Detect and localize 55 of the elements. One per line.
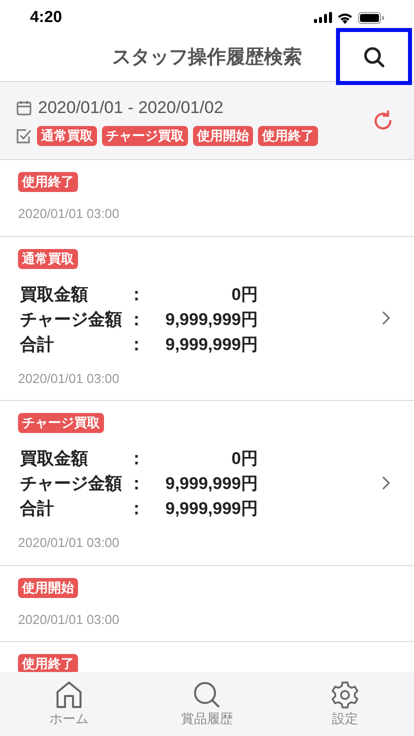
settings-icon: [331, 681, 359, 709]
battery-icon: [358, 12, 384, 24]
filter-tag: 通常買取: [37, 126, 97, 146]
colon: ：: [128, 334, 142, 356]
amount-label: チャージ金額: [19, 473, 123, 495]
page-title: スタッフ操作履歴検索: [112, 46, 302, 70]
status-time: 4:20: [30, 8, 62, 28]
amount-value: 9,999,999円: [164, 334, 258, 356]
amount-value: 0円: [230, 284, 258, 306]
filter-tag: 使用開始: [193, 126, 253, 146]
colon: ：: [128, 448, 142, 470]
type-tag: 使用終了: [18, 172, 78, 192]
date-range: 2020/01/01 - 2020/01/02: [38, 96, 224, 119]
filter-tag: 使用終了: [258, 126, 318, 146]
timestamp: 2020/01/01 03:00: [18, 534, 120, 552]
amount-value: 9,999,999円: [164, 308, 258, 330]
checkbox-icon: [16, 128, 32, 144]
chevron-right-icon: [382, 476, 390, 490]
search-button[interactable]: [336, 28, 412, 85]
search-icon: [193, 681, 221, 709]
timestamp: 2020/01/01 03:00: [18, 370, 120, 388]
timestamp: 2020/01/01 03:00: [18, 205, 120, 223]
amount-value: 0円: [230, 448, 258, 470]
home-icon: [56, 681, 82, 709]
amount-label: 買取金額: [19, 448, 89, 470]
type-tag: チャージ買取: [18, 413, 104, 433]
type-tag: 通常買取: [18, 248, 78, 268]
refresh-icon[interactable]: [372, 110, 394, 132]
amount-label: 合計: [18, 334, 55, 356]
search-icon: [362, 44, 386, 68]
type-tag: 使用開始: [18, 578, 78, 598]
history-item[interactable]: チャージ買取 買取金額 ： 0円 チャージ金額 ： 9,999,999円 合計 ： 9,999,999円 2020/01/01 03:00: [0, 401, 414, 566]
chevron-right-icon: [382, 311, 390, 326]
colon: ：: [128, 498, 142, 520]
history-item[interactable]: 使用終了: [0, 642, 414, 672]
amount-value: 9,999,999円: [164, 473, 258, 495]
history-item[interactable]: 使用終了 2020/01/01 03:00: [0, 160, 414, 236]
timestamp: 2020/01/01 03:00: [18, 610, 120, 628]
tab-bar-item[interactable]: 賞品履歴: [138, 672, 276, 736]
wifi-icon: [337, 12, 353, 24]
colon: ：: [128, 473, 142, 495]
type-tag: 使用終了: [18, 654, 78, 672]
filter-tag: チャージ買取: [102, 126, 188, 146]
colon: ：: [128, 308, 142, 330]
amount-label: 買取金額: [19, 284, 89, 306]
history-item[interactable]: 通常買取 買取金額 ： 0円 チャージ金額 ： 9,999,999円 合計 ： 9,999,999円 2020/01/01 03:00: [0, 236, 414, 401]
history-item[interactable]: 使用開始 2020/01/01 03:00: [0, 566, 414, 642]
calendar-icon: [16, 100, 32, 116]
tab-bar-item[interactable]: 設定: [276, 672, 414, 736]
colon: ：: [128, 284, 142, 306]
amount-label: チャージ金額: [19, 308, 123, 330]
amount-label: 合計: [18, 498, 55, 520]
amount-value: 9,999,999円: [164, 498, 258, 520]
signal-icon: [314, 12, 332, 23]
tab-bar-item[interactable]: ホーム: [0, 672, 138, 736]
